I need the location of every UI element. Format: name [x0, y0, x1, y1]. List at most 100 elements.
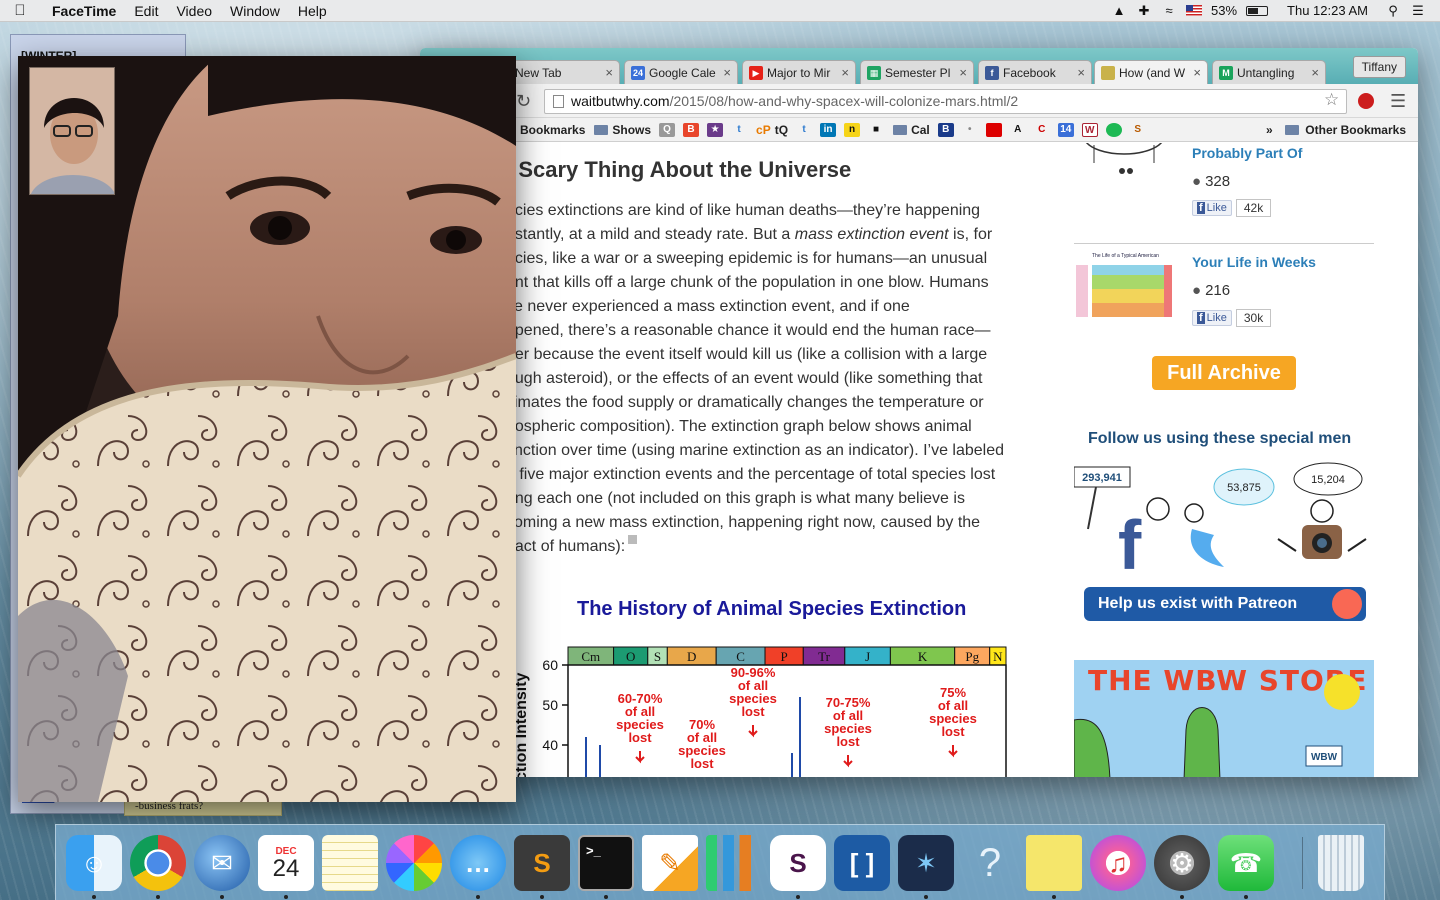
tumblr-bookmark-icon[interactable]: t: [796, 123, 812, 137]
menu-help[interactable]: Help: [289, 3, 336, 19]
footnote-marker[interactable]: [628, 535, 638, 544]
help-question-icon[interactable]: ?: [962, 835, 1018, 891]
vpn-triangle-icon[interactable]: ▲: [1111, 3, 1127, 18]
terminal-app-icon[interactable]: >_: [578, 835, 634, 891]
popular-post[interactable]: Probably Part Of ● 328 f Like 42k: [1074, 143, 1374, 235]
thunderbird-app-icon[interactable]: ✉: [194, 835, 250, 891]
menu-edit[interactable]: Edit: [125, 3, 167, 19]
cal-folder[interactable]: Cal: [893, 123, 930, 137]
facetime-video-window[interactable]: [18, 56, 516, 802]
plus-cross-icon[interactable]: ✚: [1136, 3, 1152, 19]
bookmark-icon[interactable]: C: [1034, 123, 1050, 137]
tab-close-icon[interactable]: ×: [605, 65, 613, 80]
linkedin-bookmark-icon[interactable]: in: [820, 122, 837, 137]
bookmark-icon[interactable]: W: [1081, 122, 1098, 137]
system-preferences-gear-icon[interactable]: ⚙: [1154, 835, 1210, 891]
tab-semester-plan[interactable]: ▦ Semester Pl ×: [860, 60, 974, 84]
tab-how-and-why[interactable]: How (and W ×: [1094, 60, 1208, 84]
patreon-button[interactable]: Help us exist with Patreon: [1084, 587, 1366, 621]
stickies-app-icon[interactable]: [1026, 835, 1082, 891]
apple-menu-icon[interactable]: : [0, 2, 40, 19]
facebook-f-icon: f: [1118, 506, 1142, 577]
calendar-app-icon[interactable]: DEC 24: [258, 835, 314, 891]
slack-app-icon[interactable]: S: [770, 835, 826, 891]
post-title[interactable]: Probably Part Of: [1192, 145, 1302, 161]
tq-bookmark[interactable]: cP tQ: [756, 123, 788, 137]
tab-close-icon[interactable]: ×: [1311, 65, 1319, 80]
shows-folder[interactable]: Shows: [594, 123, 651, 137]
brackets-app-icon[interactable]: [ ]: [834, 835, 890, 891]
facebook-f-icon: f: [1197, 312, 1205, 324]
battery-icon[interactable]: [1246, 5, 1269, 16]
bookmarks-folder[interactable]: Bookmarks: [520, 123, 585, 137]
spotify-bookmark-icon[interactable]: [1105, 122, 1122, 137]
bookmark-star-icon[interactable]: ☆: [1324, 90, 1339, 110]
finder-app-icon[interactable]: ☺: [66, 835, 122, 891]
bookmark-icon[interactable]: [985, 122, 1002, 137]
popular-post[interactable]: The Life of a Typical American Your Life…: [1074, 251, 1374, 351]
tab-google-calendar[interactable]: 24 Google Cale ×: [624, 60, 738, 84]
tab-untangling[interactable]: M Untangling ×: [1212, 60, 1326, 84]
address-bar[interactable]: waitbutwhy.com/2015/08/how-and-why-space…: [544, 89, 1347, 114]
tab-new-tab[interactable]: New Tab ×: [508, 60, 620, 84]
running-indicator: [796, 895, 800, 899]
toolbox-app-icon[interactable]: ✶: [898, 835, 954, 891]
chrome-menu-icon[interactable]: ☰: [1390, 91, 1406, 112]
tab-close-icon[interactable]: ×: [723, 65, 731, 80]
pages-app-icon[interactable]: ✎: [642, 835, 698, 891]
menu-video[interactable]: Video: [167, 3, 221, 19]
self-view-preview[interactable]: [29, 67, 115, 195]
tumblr-bookmark-icon[interactable]: t: [731, 123, 747, 137]
chrome-browser-window[interactable]: New Tab × 24 Google Cale × ▶ Major to Mi…: [420, 48, 1418, 777]
tab-label: Google Cale: [649, 65, 716, 80]
bookmark-icon[interactable]: ■: [868, 123, 884, 137]
menubar-clock[interactable]: Thu 12:23 AM: [1287, 3, 1368, 18]
reload-icon[interactable]: ↻: [516, 91, 531, 112]
full-archive-button[interactable]: Full Archive: [1152, 356, 1296, 390]
bookmark-icon[interactable]: n: [844, 122, 861, 137]
bookmark-icon[interactable]: •: [962, 123, 978, 137]
menu-window[interactable]: Window: [221, 3, 289, 19]
facebook-like-widget[interactable]: f Like 42k: [1192, 198, 1272, 218]
extension-icon[interactable]: [1358, 93, 1374, 109]
wbw-store-banner[interactable]: THE WBW STORE WBW: [1074, 660, 1374, 777]
bookmark-icon[interactable]: B: [937, 122, 954, 137]
tab-close-icon[interactable]: ×: [841, 65, 849, 80]
sublime-text-app-icon[interactable]: S: [514, 835, 570, 891]
photos-app-icon[interactable]: [386, 835, 442, 891]
notification-center-icon[interactable]: ☰: [1410, 3, 1426, 19]
twitter-t-icon: [1190, 529, 1224, 567]
tab-youtube[interactable]: ▶ Major to Mir ×: [742, 60, 856, 84]
bookmark-icon[interactable]: Q: [659, 122, 676, 137]
chart-title: The History of Animal Species Extinction: [577, 598, 967, 620]
itunes-app-icon[interactable]: ♫: [1090, 835, 1146, 891]
bookmark-icon[interactable]: S: [1130, 123, 1146, 137]
numbers-app-icon[interactable]: [706, 835, 762, 891]
facebook-like-widget[interactable]: f Like 30k: [1192, 308, 1272, 328]
tab-close-icon[interactable]: ×: [1077, 65, 1085, 80]
tab-facebook[interactable]: f Facebook ×: [978, 60, 1092, 84]
tab-close-icon[interactable]: ×: [959, 65, 967, 80]
bookmark-icon[interactable]: B: [683, 122, 700, 137]
calendar-bookmark-icon[interactable]: 14: [1057, 122, 1074, 137]
facebook-like-button[interactable]: f Like: [1192, 200, 1232, 216]
facebook-like-button[interactable]: f Like: [1192, 310, 1232, 326]
post-title[interactable]: Your Life in Weeks: [1192, 254, 1316, 270]
spotlight-search-icon[interactable]: ⚲: [1385, 3, 1401, 19]
trash-icon[interactable]: [1318, 835, 1364, 891]
facetime-app-icon[interactable]: ☎: [1218, 835, 1274, 891]
us-flag-input-icon[interactable]: [1186, 5, 1203, 16]
profile-button[interactable]: Tiffany: [1352, 56, 1406, 78]
web-page[interactable]: e Scary Thing About the Universe ecies e…: [420, 143, 1418, 777]
tab-close-icon[interactable]: ×: [1193, 65, 1201, 80]
notes-app-icon[interactable]: [322, 835, 378, 891]
running-indicator: [220, 895, 224, 899]
bookmark-icon[interactable]: ★: [707, 122, 724, 137]
chrome-app-icon[interactable]: [130, 835, 186, 891]
messages-app-icon[interactable]: …: [450, 835, 506, 891]
menu-app-name[interactable]: FaceTime: [40, 3, 125, 19]
other-bookmarks-folder[interactable]: » Other Bookmarks: [1266, 123, 1418, 137]
bookmark-icon[interactable]: A: [1010, 123, 1026, 137]
social-followers-illustration[interactable]: 293,941 f 53,875 15,204: [1074, 459, 1374, 577]
wifi-icon[interactable]: ≈: [1161, 3, 1177, 18]
